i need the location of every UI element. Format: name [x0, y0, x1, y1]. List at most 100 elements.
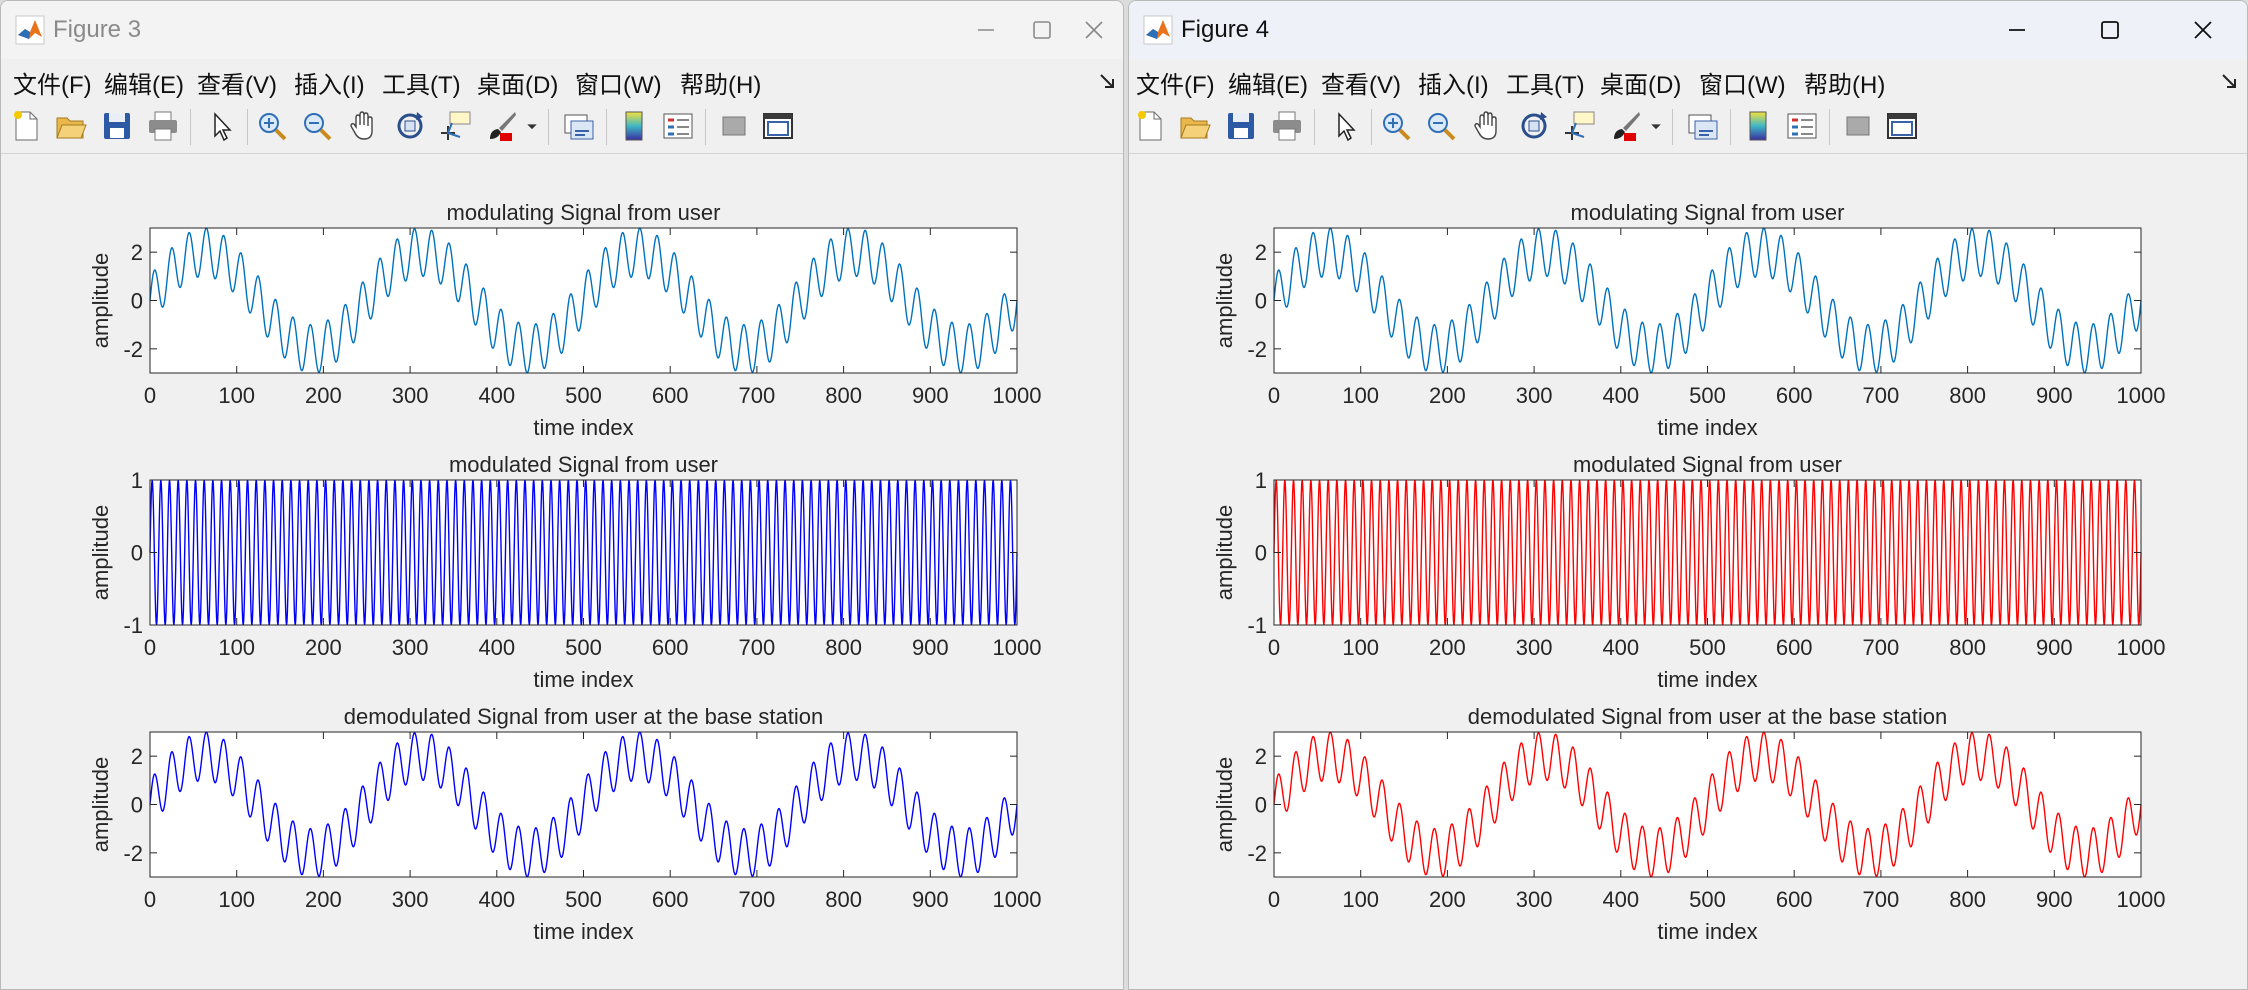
subplot-title: modulated Signal from user [449, 452, 718, 477]
y-tick-label: 0 [131, 793, 143, 818]
x-tick-label: 500 [1689, 635, 1726, 660]
y-tick-label: 0 [131, 541, 143, 566]
subplot-axes: 0 100 200 300 400 500 600 700 800 900 100020-2modu… [88, 200, 1041, 440]
x-tick-label: 500 [1689, 383, 1726, 408]
x-tick-label: 500 [565, 635, 602, 660]
x-tick-label: 200 [305, 887, 342, 912]
y-axis-label: amplitude [1212, 505, 1237, 600]
x-tick-label: 700 [739, 635, 776, 660]
x-tick-label: 800 [825, 383, 862, 408]
figure-3-canvas: 0 100 200 300 400 500 600 700 800 900 100020-2modu… [88, 200, 1042, 944]
x-tick-label: 800 [1949, 887, 1986, 912]
x-tick-label: 100 [218, 383, 255, 408]
x-tick-label: 200 [1429, 383, 1466, 408]
x-tick-label: 700 [739, 887, 776, 912]
y-tick-label: -2 [123, 337, 143, 362]
x-tick-label: 900 [912, 887, 949, 912]
x-tick-label: 900 [912, 635, 949, 660]
x-tick-label: 900 [2036, 635, 2073, 660]
x-tick-label: 600 [652, 887, 689, 912]
y-axis-label: amplitude [88, 505, 113, 600]
x-tick-label: 0 [1268, 383, 1280, 408]
x-tick-label: 600 [652, 383, 689, 408]
y-tick-label: -2 [1247, 841, 1267, 866]
figure-3-window[interactable]: Figure 3 文件(F) 编辑(E) 查看(V) 插入(I) 工具(T) 桌… [0, 0, 1124, 990]
x-tick-label: 300 [392, 383, 429, 408]
x-axis-label: time index [1657, 415, 1757, 440]
y-tick-label: 0 [1255, 289, 1267, 314]
x-tick-label: 0 [144, 383, 156, 408]
subplot-axes: 0 100 200 300 400 500 600 700 800 900 100020-2modu… [1212, 200, 2165, 440]
y-tick-label: 2 [131, 240, 143, 265]
y-tick-label: 2 [1255, 240, 1267, 265]
x-tick-label: 700 [739, 383, 776, 408]
x-axis-label: time index [533, 919, 633, 944]
x-tick-label: 900 [2036, 887, 2073, 912]
figure-4-canvas: 0 100 200 300 400 500 600 700 800 900 100020-2modu… [1212, 200, 2165, 944]
y-axis-label: amplitude [1212, 253, 1237, 348]
x-tick-label: 800 [825, 887, 862, 912]
x-tick-label: 100 [1342, 635, 1379, 660]
x-tick-label: 900 [912, 383, 949, 408]
y-tick-label: -1 [1247, 613, 1267, 638]
x-tick-label: 600 [1776, 635, 1813, 660]
x-tick-label: 200 [1429, 635, 1466, 660]
x-tick-label: 300 [1516, 383, 1553, 408]
y-tick-label: 0 [131, 289, 143, 314]
x-tick-label: 100 [1342, 887, 1379, 912]
x-tick-label: 0 [1268, 887, 1280, 912]
x-tick-label: 600 [1776, 887, 1813, 912]
x-tick-label: 800 [825, 635, 862, 660]
x-tick-label: 1000 [993, 887, 1042, 912]
x-tick-label: 0 [1268, 635, 1280, 660]
x-tick-label: 100 [218, 887, 255, 912]
y-axis-label: amplitude [1212, 757, 1237, 852]
x-tick-label: 400 [1602, 635, 1639, 660]
x-tick-label: 200 [305, 635, 342, 660]
subplot-title: demodulated Signal from user at the base… [1468, 704, 1947, 729]
subplot-title: modulating Signal from user [447, 200, 721, 225]
x-tick-label: 400 [1602, 887, 1639, 912]
x-tick-label: 300 [392, 887, 429, 912]
subplot-axes: 0 100 200 300 400 500 600 700 800 900 100010-1modu… [1212, 452, 2165, 692]
x-tick-label: 700 [1863, 383, 1900, 408]
x-tick-label: 0 [144, 635, 156, 660]
y-tick-label: 0 [1255, 541, 1267, 566]
x-tick-label: 800 [1949, 383, 1986, 408]
x-tick-label: 1000 [993, 635, 1042, 660]
y-tick-label: 2 [1255, 744, 1267, 769]
x-tick-label: 600 [652, 635, 689, 660]
x-tick-label: 700 [1863, 635, 1900, 660]
figure-4-window[interactable]: Figure 4 文件(F) 编辑(E) 查看(V) 插入(I) 工具(T) 桌… [1128, 0, 2248, 990]
x-tick-label: 400 [478, 383, 515, 408]
x-tick-label: 700 [1863, 887, 1900, 912]
y-axis-label: amplitude [88, 757, 113, 852]
x-axis-label: time index [533, 667, 633, 692]
x-axis-label: time index [533, 415, 633, 440]
x-tick-label: 800 [1949, 635, 1986, 660]
y-tick-label: -1 [123, 613, 143, 638]
y-axis-label: amplitude [88, 253, 113, 348]
y-tick-label: 1 [131, 468, 143, 493]
x-axis-label: time index [1657, 667, 1757, 692]
x-axis-label: time index [1657, 919, 1757, 944]
x-tick-label: 1000 [2117, 635, 2166, 660]
y-tick-label: -2 [1247, 337, 1267, 362]
subplot-axes: 0 100 200 300 400 500 600 700 800 900 100010-1modu… [88, 452, 1041, 692]
x-tick-label: 500 [565, 887, 602, 912]
x-tick-label: 400 [478, 635, 515, 660]
x-tick-label: 300 [1516, 887, 1553, 912]
y-tick-label: 1 [1255, 468, 1267, 493]
x-tick-label: 600 [1776, 383, 1813, 408]
x-tick-label: 1000 [2117, 887, 2166, 912]
x-tick-label: 900 [2036, 383, 2073, 408]
subplot-axes: 0 100 200 300 400 500 600 700 800 900 100020-2demo… [1212, 704, 2165, 944]
x-tick-label: 100 [1342, 383, 1379, 408]
y-tick-label: 2 [131, 744, 143, 769]
x-tick-label: 1000 [2117, 383, 2166, 408]
x-tick-label: 500 [1689, 887, 1726, 912]
x-tick-label: 200 [305, 383, 342, 408]
x-tick-label: 300 [1516, 635, 1553, 660]
y-tick-label: 0 [1255, 793, 1267, 818]
x-tick-label: 0 [144, 887, 156, 912]
